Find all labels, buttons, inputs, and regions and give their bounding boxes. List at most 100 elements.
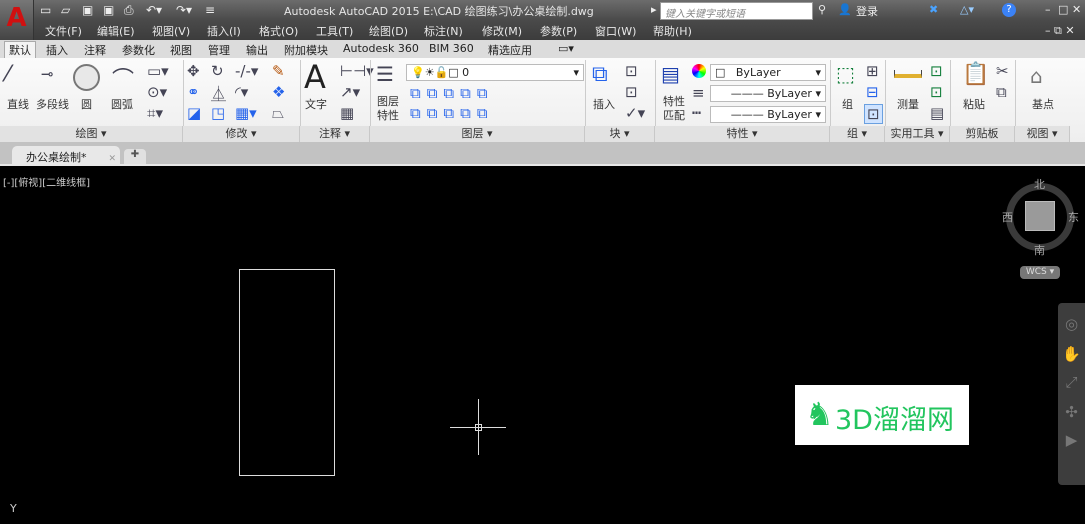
redo-icon[interactable]: ↷▾ xyxy=(176,3,192,17)
tab-parametric[interactable]: 参数化 xyxy=(122,42,155,58)
color-dropdown[interactable]: □ ByLayer ▾ xyxy=(710,64,826,81)
hatch-icon[interactable]: ⌗▾ xyxy=(147,104,163,122)
help-button[interactable]: ? xyxy=(1002,3,1016,17)
binoculars-icon[interactable]: ⚲ xyxy=(818,3,826,16)
ellipse-icon[interactable]: ⊙▾ xyxy=(147,83,167,101)
scale-icon[interactable]: ◳ xyxy=(211,104,225,122)
paste-icon[interactable]: 📋 xyxy=(962,62,989,87)
zoom-extents-icon[interactable]: ⤢ xyxy=(1058,373,1085,391)
calculator-icon[interactable]: ▤ xyxy=(930,104,944,122)
new-tab-button[interactable]: ✚ xyxy=(124,149,146,164)
menu-edit[interactable]: 编辑(E) xyxy=(97,23,135,39)
orbit-icon[interactable]: ✣ xyxy=(1058,403,1085,421)
match-properties-button[interactable]: 特性 匹配 xyxy=(663,95,685,123)
menu-dimension[interactable]: 标注(N) xyxy=(424,23,463,39)
tab-manage[interactable]: 管理 xyxy=(208,42,230,58)
layer-tools-row1-icons[interactable]: ⧉⧉⧉⧉⧉ xyxy=(410,84,494,102)
menu-format[interactable]: 格式(O) xyxy=(259,23,298,39)
viewcube-top-face[interactable] xyxy=(1025,201,1055,231)
group-selection-icon[interactable]: ⊡ xyxy=(864,104,883,124)
base-view-icon[interactable]: ⌂ xyxy=(1030,64,1043,88)
group-button[interactable]: 组 xyxy=(842,96,853,112)
document-tab[interactable]: 办公桌绘制* ✕ xyxy=(12,146,120,166)
new-file-icon[interactable]: ▭ xyxy=(40,3,51,17)
arc-button[interactable]: 圆弧 xyxy=(111,96,133,112)
tab-addins[interactable]: 附加模块 xyxy=(284,42,328,58)
layer-properties-icon[interactable]: ☰ xyxy=(376,62,394,86)
menu-view[interactable]: 视图(V) xyxy=(152,23,190,39)
linetype-dropdown[interactable]: ——— ByLayer ▾ xyxy=(710,85,826,102)
table-icon[interactable]: ▦ xyxy=(340,104,354,122)
save-icon[interactable]: ▣ xyxy=(82,3,93,17)
customize-qat-icon[interactable]: ≡ xyxy=(205,3,215,17)
layer-tools-row2-icons[interactable]: ⧉⧉⧉⧉⧉ xyxy=(410,104,494,122)
compass-west[interactable]: 西 xyxy=(1002,209,1013,225)
edit-block-icon[interactable]: ⊡ xyxy=(625,83,638,101)
search-expand-icon[interactable]: ▸ xyxy=(651,3,657,16)
circle-button[interactable]: 圆 xyxy=(81,96,92,112)
tab-insert[interactable]: 插入 xyxy=(46,42,68,58)
insert-block-icon[interactable]: ⧉ xyxy=(592,62,608,87)
doc-window-controls[interactable]: – ⧉ ✕ xyxy=(1045,24,1075,38)
panel-label-properties[interactable]: 特性 ▾ xyxy=(655,126,830,142)
open-file-icon[interactable]: ▱ xyxy=(61,3,70,17)
leader-icon[interactable]: ↗▾ xyxy=(340,83,360,101)
compass-south[interactable]: 南 xyxy=(1034,242,1045,258)
offset-icon[interactable]: ⏢ xyxy=(272,104,284,122)
menu-tools[interactable]: 工具(T) xyxy=(316,23,353,39)
tab-annotate[interactable]: 注释 xyxy=(84,42,106,58)
menu-draw[interactable]: 绘图(D) xyxy=(369,23,408,39)
panel-label-draw[interactable]: 绘图 ▾ xyxy=(0,126,183,142)
tab-view[interactable]: 视图 xyxy=(170,42,192,58)
arc-icon[interactable]: ⌒ xyxy=(112,62,134,94)
move-icon[interactable]: ✥ xyxy=(187,62,200,80)
pan-icon[interactable]: ✋ xyxy=(1058,345,1085,363)
measure-button[interactable]: 测量 xyxy=(897,96,919,112)
user-icon[interactable]: 👤 xyxy=(838,3,852,16)
copy-clip-icon[interactable]: ⧉ xyxy=(996,83,1007,101)
panel-label-clipboard[interactable]: 剪贴板 xyxy=(950,126,1015,142)
menu-modify[interactable]: 修改(M) xyxy=(482,23,522,39)
circle-icon[interactable] xyxy=(73,64,100,91)
menu-parametric[interactable]: 参数(P) xyxy=(540,23,577,39)
menu-file[interactable]: 文件(F) xyxy=(45,23,82,39)
search-input[interactable]: 键入关键字或短语 xyxy=(660,2,813,20)
ribbon-toggle-icon[interactable]: ▭▾ xyxy=(558,42,574,55)
linetype-icon[interactable]: ┅ xyxy=(692,104,701,122)
panel-label-utilities[interactable]: 实用工具 ▾ xyxy=(885,126,950,142)
tab-autodesk360[interactable]: Autodesk 360 xyxy=(343,42,419,55)
lineweight-icon[interactable]: ≡ xyxy=(692,84,705,102)
measure-icon[interactable] xyxy=(894,70,922,78)
compass-north[interactable]: 北 xyxy=(1034,176,1045,192)
close-button[interactable]: ✕ xyxy=(1072,3,1081,16)
maximize-button[interactable]: □ xyxy=(1058,3,1068,16)
save-as-icon[interactable]: ▣ xyxy=(103,3,114,17)
group-icon[interactable]: ⬚ xyxy=(836,62,855,86)
text-icon[interactable]: A xyxy=(304,58,326,96)
viewport-controls[interactable]: [-][俯视][二维线框] xyxy=(3,174,90,189)
tab-bim360[interactable]: BIM 360 xyxy=(429,42,474,55)
undo-icon[interactable]: ↶▾ xyxy=(146,3,162,17)
text-button[interactable]: 文字 xyxy=(305,96,327,112)
application-menu-button[interactable]: A xyxy=(0,0,34,40)
menu-insert[interactable]: 插入(I) xyxy=(207,23,241,39)
menu-window[interactable]: 窗口(W) xyxy=(595,23,636,39)
group-edit-icon[interactable]: ⊟ xyxy=(866,83,879,101)
base-button[interactable]: 基点 xyxy=(1032,96,1054,112)
minimize-button[interactable]: – xyxy=(1045,3,1051,16)
exchange-icon[interactable]: ✖ xyxy=(929,3,938,16)
trim-icon[interactable]: -/-▾ xyxy=(235,62,258,80)
steering-wheel-icon[interactable]: ◎ xyxy=(1058,315,1085,333)
panel-label-annotation[interactable]: 注释 ▾ xyxy=(300,126,370,142)
insert-button[interactable]: 插入 xyxy=(593,96,615,112)
polyline-button[interactable]: 多段线 xyxy=(36,96,69,112)
panel-label-view[interactable]: 视图 ▾ xyxy=(1015,126,1070,142)
polyline-icon[interactable]: ⊸ xyxy=(41,65,54,83)
panel-label-layers[interactable]: 图层 ▾ xyxy=(370,126,585,142)
print-icon[interactable]: ⎙ xyxy=(124,3,134,18)
fillet-icon[interactable]: ◜▾ xyxy=(235,83,248,101)
compass-east[interactable]: 东 xyxy=(1068,209,1079,225)
ungroup-icon[interactable]: ⊞ xyxy=(866,62,879,80)
explode-icon[interactable]: ❖ xyxy=(272,83,285,101)
erase-icon[interactable]: ✎ xyxy=(272,62,285,80)
